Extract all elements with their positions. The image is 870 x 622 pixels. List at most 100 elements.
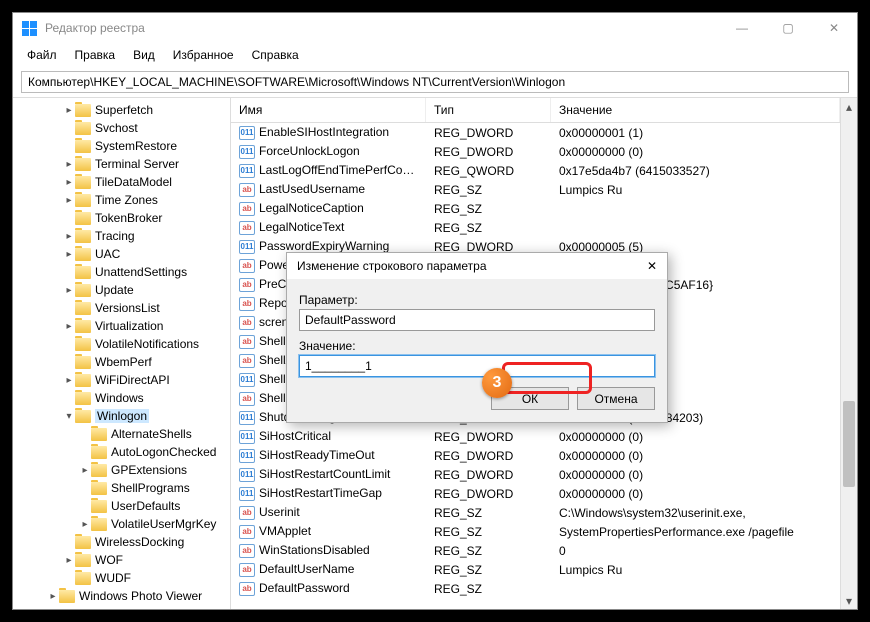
tree-item[interactable]: WUDF <box>15 569 228 587</box>
expand-icon[interactable]: ▸ <box>79 519 91 530</box>
tree-item[interactable]: SystemRestore <box>15 137 228 155</box>
expand-icon[interactable]: ▸ <box>63 375 75 386</box>
tree-item[interactable]: ▸Time Zones <box>15 191 228 209</box>
tree-item[interactable]: AutoLogonChecked <box>15 443 228 461</box>
table-row[interactable]: abDefaultPasswordREG_SZ <box>231 579 840 598</box>
minimize-button[interactable]: — <box>719 13 765 43</box>
table-row[interactable]: abUserinitREG_SZC:\Windows\system32\user… <box>231 503 840 522</box>
value-data: 0x17e5da4b7 (6415033527) <box>551 164 840 178</box>
value-name: Userinit <box>259 505 300 519</box>
regvalue-icon: 011 <box>239 373 255 387</box>
expand-icon[interactable]: ▸ <box>63 177 75 188</box>
value-name: EnableSIHostIntegration <box>259 125 389 139</box>
close-button[interactable]: ✕ <box>811 13 857 43</box>
dialog-buttons: ОК Отмена <box>299 387 655 410</box>
folder-icon <box>75 284 91 297</box>
tree-item[interactable]: ▸ WiFiDirectAPI <box>15 371 228 389</box>
tree-item[interactable]: ▸WOF <box>15 551 228 569</box>
dialog-body: Параметр: Значение: ОК Отмена <box>287 279 667 422</box>
table-row[interactable]: 011SiHostCriticalREG_DWORD0x00000000 (0) <box>231 427 840 446</box>
expand-icon[interactable]: ▸ <box>63 195 75 206</box>
table-row[interactable]: abDefaultUserNameREG_SZLumpics Ru <box>231 560 840 579</box>
tree-item[interactable]: ▸Terminal Server <box>15 155 228 173</box>
scrollbar-vertical[interactable]: ▴ ▾ <box>840 98 857 609</box>
menu-view[interactable]: Вид <box>125 45 163 65</box>
menu-help[interactable]: Справка <box>244 45 307 65</box>
tree-item[interactable]: ShellPrograms <box>15 479 228 497</box>
expand-icon[interactable]: ▸ <box>63 231 75 242</box>
tree-item[interactable]: UserDefaults <box>15 497 228 515</box>
tree-item[interactable]: ▸Superfetch <box>15 101 228 119</box>
tree-label: VersionsList <box>95 301 160 315</box>
tree-item[interactable]: VolatileNotifications <box>15 335 228 353</box>
scroll-thumb[interactable] <box>843 401 855 487</box>
tree-item[interactable]: ▸Tracing <box>15 227 228 245</box>
tree-item[interactable]: VersionsList <box>15 299 228 317</box>
param-field[interactable] <box>299 309 655 331</box>
expand-icon[interactable]: ▾ <box>63 411 75 422</box>
menu-file[interactable]: Файл <box>19 45 65 65</box>
table-row[interactable]: 011LastLogOffEndTimePerfCounterREG_QWORD… <box>231 161 840 180</box>
folder-icon <box>91 428 107 441</box>
tree-item[interactable]: UnattendSettings <box>15 263 228 281</box>
dialog-close-button[interactable]: ✕ <box>647 259 657 273</box>
tree-item[interactable]: ▾Winlogon <box>15 407 228 425</box>
tree-label: Windows <box>95 391 144 405</box>
menubar: Файл Правка Вид Избранное Справка <box>13 43 857 67</box>
table-row[interactable]: abLegalNoticeCaptionREG_SZ <box>231 199 840 218</box>
table-row[interactable]: abLegalNoticeTextREG_SZ <box>231 218 840 237</box>
menu-edit[interactable]: Правка <box>67 45 124 65</box>
header-type[interactable]: Тип <box>426 98 551 122</box>
scroll-track[interactable] <box>841 115 857 592</box>
expand-icon[interactable]: ▸ <box>63 285 75 296</box>
value-label: Значение: <box>299 339 655 353</box>
tree-item[interactable]: ▸TileDataModel <box>15 173 228 191</box>
scroll-down-icon[interactable]: ▾ <box>841 592 857 609</box>
table-row[interactable]: 011EnableSIHostIntegrationREG_DWORD0x000… <box>231 123 840 142</box>
table-row[interactable]: abLastUsedUsernameREG_SZLumpics Ru <box>231 180 840 199</box>
table-row[interactable]: 011SiHostReadyTimeOutREG_DWORD0x00000000… <box>231 446 840 465</box>
expand-icon[interactable]: ▸ <box>79 465 91 476</box>
tree-item[interactable]: ▸Update <box>15 281 228 299</box>
tree-item[interactable]: Windows <box>15 389 228 407</box>
table-row[interactable]: 011SiHostRestartCountLimitREG_DWORD0x000… <box>231 465 840 484</box>
tree-item[interactable]: Svchost <box>15 119 228 137</box>
tree-label: ShellPrograms <box>111 481 190 495</box>
value-data: C:\Windows\system32\userinit.exe, <box>551 506 840 520</box>
address-input[interactable] <box>21 71 849 93</box>
expand-icon[interactable]: ▸ <box>63 159 75 170</box>
expand-icon[interactable]: ▸ <box>63 105 75 116</box>
cancel-button[interactable]: Отмена <box>577 387 655 410</box>
folder-icon <box>75 374 91 387</box>
header-value[interactable]: Значение <box>551 98 840 122</box>
expand-icon[interactable]: ▸ <box>63 555 75 566</box>
table-row[interactable]: 011SiHostRestartTimeGapREG_DWORD0x000000… <box>231 484 840 503</box>
menu-favorites[interactable]: Избранное <box>165 45 242 65</box>
expand-icon[interactable]: ▸ <box>63 249 75 260</box>
scroll-up-icon[interactable]: ▴ <box>841 98 857 115</box>
header-name[interactable]: Имя <box>231 98 426 122</box>
table-row[interactable]: abVMAppletREG_SZSystemPropertiesPerforma… <box>231 522 840 541</box>
tree-label: WiFiDirectAPI <box>95 373 170 387</box>
tree-item[interactable]: WbemPerf <box>15 353 228 371</box>
tree-item[interactable]: ▸UAC <box>15 245 228 263</box>
regvalue-icon: ab <box>239 221 255 235</box>
maximize-button[interactable]: ▢ <box>765 13 811 43</box>
tree-item[interactable]: ▸Virtualization <box>15 317 228 335</box>
tree-panel[interactable]: ▸SuperfetchSvchostSystemRestore▸Terminal… <box>13 98 231 609</box>
table-row[interactable]: 011ForceUnlockLogonREG_DWORD0x00000000 (… <box>231 142 840 161</box>
tree-item[interactable]: ▸GPExtensions <box>15 461 228 479</box>
table-row[interactable]: abWinStationsDisabledREG_SZ0 <box>231 541 840 560</box>
value-field[interactable] <box>299 355 655 377</box>
expand-icon[interactable]: ▸ <box>63 321 75 332</box>
tree-item[interactable]: ▸VolatileUserMgrKey <box>15 515 228 533</box>
tree-item[interactable]: AlternateShells <box>15 425 228 443</box>
folder-icon <box>75 230 91 243</box>
value-name: DefaultUserName <box>259 562 354 576</box>
tree-item[interactable]: WirelessDocking <box>15 533 228 551</box>
tree-item[interactable]: ▸Windows Photo Viewer <box>15 587 228 605</box>
tree-item[interactable]: TokenBroker <box>15 209 228 227</box>
folder-icon <box>75 410 91 423</box>
expand-icon[interactable]: ▸ <box>47 591 59 602</box>
folder-icon <box>75 248 91 261</box>
